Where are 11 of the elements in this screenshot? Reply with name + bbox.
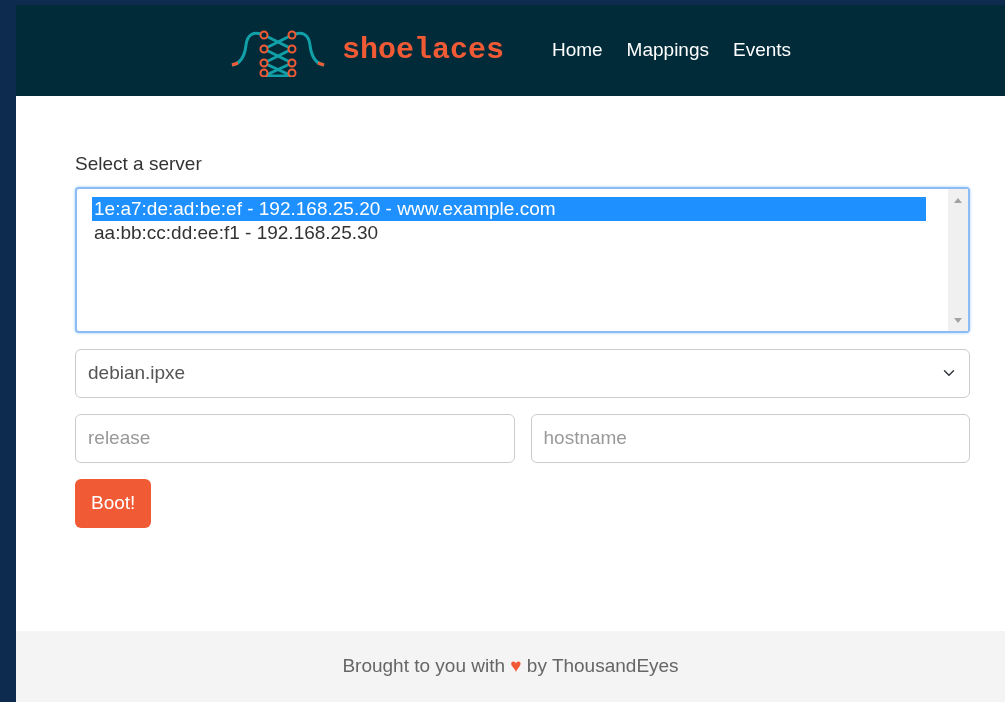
nav-link[interactable]: Events <box>733 36 792 65</box>
brand-name[interactable]: shoelaces <box>341 28 504 73</box>
input-field[interactable]: release <box>75 413 515 463</box>
script-select[interactable]: debian.ipxe <box>75 348 970 398</box>
input-field[interactable]: hostname <box>530 413 970 463</box>
nav-link[interactable]: Home <box>551 36 603 65</box>
nav-link[interactable]: Mappings <box>626 36 709 65</box>
server-listbox[interactable]: 1e:a7:de:ad:be:ef - 192.168.25.20 - www.example.com aa:bb:cc:dd:ee:f1 - 192.168.25.30 <box>75 186 970 333</box>
footer-text: Brought to you with ♥ by ThousandEyes <box>342 654 679 679</box>
server-option[interactable]: aa:bb:cc:dd:ee:f1 - 192.168.25.30 <box>92 220 926 245</box>
field-label: Select a server <box>75 152 203 176</box>
